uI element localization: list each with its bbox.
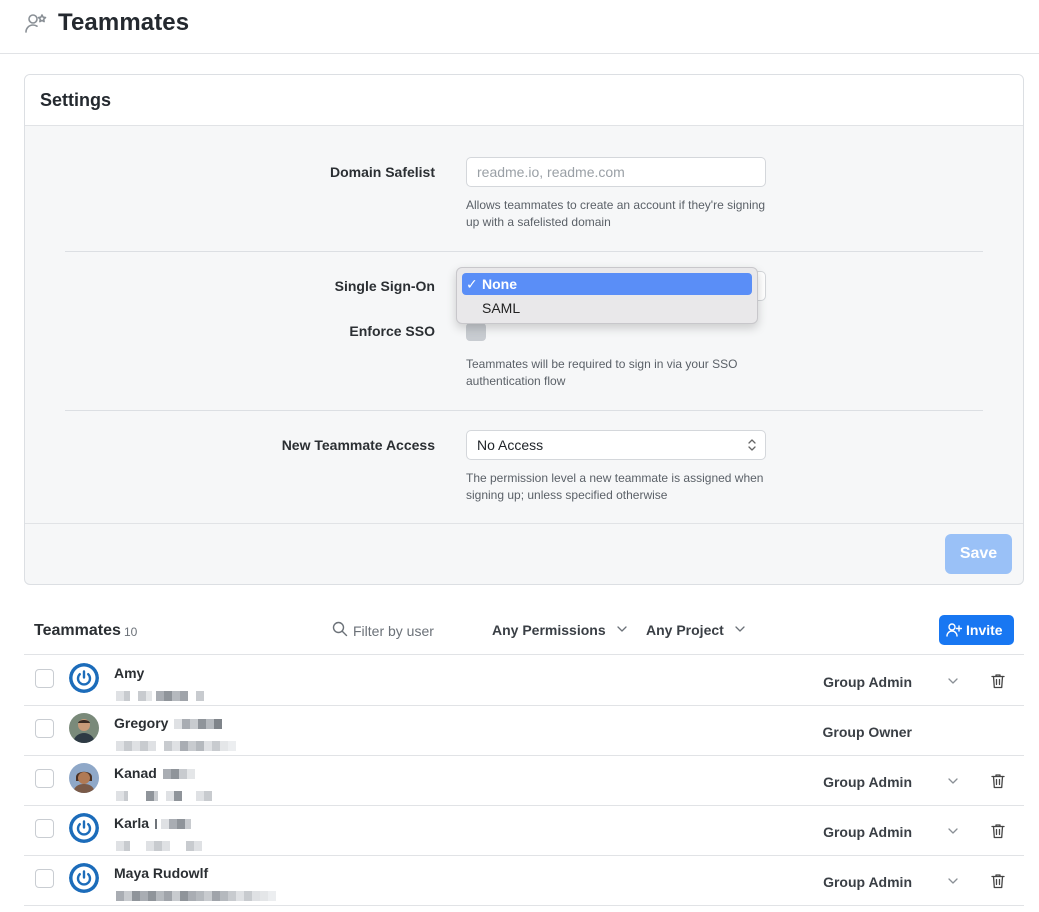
sso-option-none[interactable]: ✓ None: [462, 273, 752, 295]
redacted-text: [154, 819, 191, 829]
permission-dropdown[interactable]: Group Admin: [823, 824, 912, 840]
divider: [65, 410, 983, 411]
avatar: [69, 763, 99, 793]
chevron-down-icon[interactable]: [947, 826, 959, 836]
option-label: None: [482, 276, 517, 292]
filter-placeholder: Filter by user: [353, 623, 434, 639]
user-plus-icon: [946, 623, 962, 637]
user-name: Karla: [114, 815, 193, 831]
permissions-filter-dropdown[interactable]: Any Permissions: [492, 622, 627, 638]
avatar: [69, 663, 99, 693]
user-name: Kanad: [114, 765, 199, 781]
permission-dropdown[interactable]: Group Admin: [823, 874, 912, 890]
chevron-down-icon: [735, 626, 745, 632]
new-access-help: The permission level a new teammate is a…: [466, 471, 764, 502]
trash-icon[interactable]: [991, 773, 1005, 789]
row-checkbox[interactable]: [35, 669, 54, 688]
trash-icon[interactable]: [991, 873, 1005, 889]
power-icon: [69, 813, 99, 843]
invite-label: Invite: [966, 622, 1003, 638]
settings-title: Settings: [40, 90, 112, 110]
avatar: [69, 713, 99, 743]
user-email-redacted: [116, 738, 248, 751]
project-filter-label: Any Project: [646, 622, 724, 638]
permissions-filter-label: Any Permissions: [492, 622, 606, 638]
new-access-select[interactable]: No Access: [466, 430, 766, 460]
table-row: Kanad Group Admin: [24, 756, 1024, 806]
trash-icon[interactable]: [991, 823, 1005, 839]
power-icon: [69, 663, 99, 693]
domain-safelist-input[interactable]: readme.io, readme.com: [466, 157, 766, 187]
sso-dropdown-menu: ✓ None SAML: [456, 267, 758, 324]
page-title: Teammates: [58, 9, 190, 36]
avatar: [69, 863, 99, 893]
user-email-redacted: [116, 688, 208, 701]
project-filter-dropdown[interactable]: Any Project: [646, 622, 745, 638]
redacted-text: [162, 769, 195, 779]
permission-dropdown[interactable]: Group Admin: [823, 774, 912, 790]
teammates-title: Teammates: [34, 622, 121, 639]
user-name: Maya Rudowlf: [114, 865, 209, 881]
user-name: Amy: [114, 665, 145, 681]
table-row: Maya Rudowlf Group Admin: [24, 856, 1024, 906]
user-photo-icon: [69, 763, 99, 793]
row-checkbox[interactable]: [35, 769, 54, 788]
invite-button[interactable]: Invite: [939, 615, 1014, 645]
page-header: Teammates: [0, 0, 1039, 54]
teammates-toolbar: Teammates 10 Filter by user Any Permissi…: [24, 606, 1024, 655]
table-row: Amy Group Admin: [24, 656, 1024, 706]
checkmark-icon: ✓: [466, 276, 478, 292]
user-photo-icon: [69, 713, 99, 743]
user-email-redacted: [116, 788, 218, 801]
table-row: Gregory Group Owner: [24, 706, 1024, 756]
row-checkbox[interactable]: [35, 869, 54, 888]
enforce-sso-help: Teammates will be required to sign in vi…: [466, 357, 738, 388]
trash-icon[interactable]: [991, 673, 1005, 689]
option-label: SAML: [482, 300, 521, 316]
sso-option-saml[interactable]: SAML: [462, 297, 752, 319]
chevron-down-icon[interactable]: [947, 676, 959, 686]
search-icon: [332, 621, 348, 637]
avatar: [69, 813, 99, 843]
chevron-down-icon[interactable]: [947, 876, 959, 886]
row-checkbox[interactable]: [35, 719, 54, 738]
user-email-redacted: [116, 838, 208, 851]
permission-dropdown[interactable]: Group Admin: [823, 674, 912, 690]
new-access-label: New Teammate Access: [281, 437, 435, 453]
select-arrows-icon: [748, 439, 756, 451]
chevron-down-icon: [616, 626, 627, 632]
settings-header: Settings: [25, 75, 1023, 126]
enforce-sso-toggle[interactable]: [466, 323, 486, 341]
filter-user-input[interactable]: Filter by user: [332, 621, 434, 640]
domain-safelist-help: Allows teammates to create an account if…: [466, 198, 766, 229]
divider: [65, 251, 983, 252]
redacted-text: [174, 719, 223, 729]
teammates-count: 10: [124, 625, 138, 639]
new-access-value: No Access: [477, 437, 544, 453]
row-checkbox[interactable]: [35, 819, 54, 838]
settings-footer: Save: [25, 523, 1023, 584]
sso-label: Single Sign-On: [334, 278, 435, 294]
save-button[interactable]: Save: [945, 534, 1012, 574]
permission-label: Group Owner: [822, 724, 912, 740]
table-row: Karla Group Admin: [24, 806, 1024, 856]
user-email-redacted: [116, 888, 278, 901]
enforce-sso-label: Enforce SSO: [349, 323, 435, 339]
user-star-icon: [25, 14, 47, 33]
chevron-down-icon[interactable]: [947, 776, 959, 786]
user-name: Gregory: [114, 715, 230, 731]
settings-card: Settings Domain Safelist readme.io, read…: [24, 74, 1024, 585]
domain-safelist-label: Domain Safelist: [329, 164, 435, 180]
power-icon: [69, 863, 99, 893]
